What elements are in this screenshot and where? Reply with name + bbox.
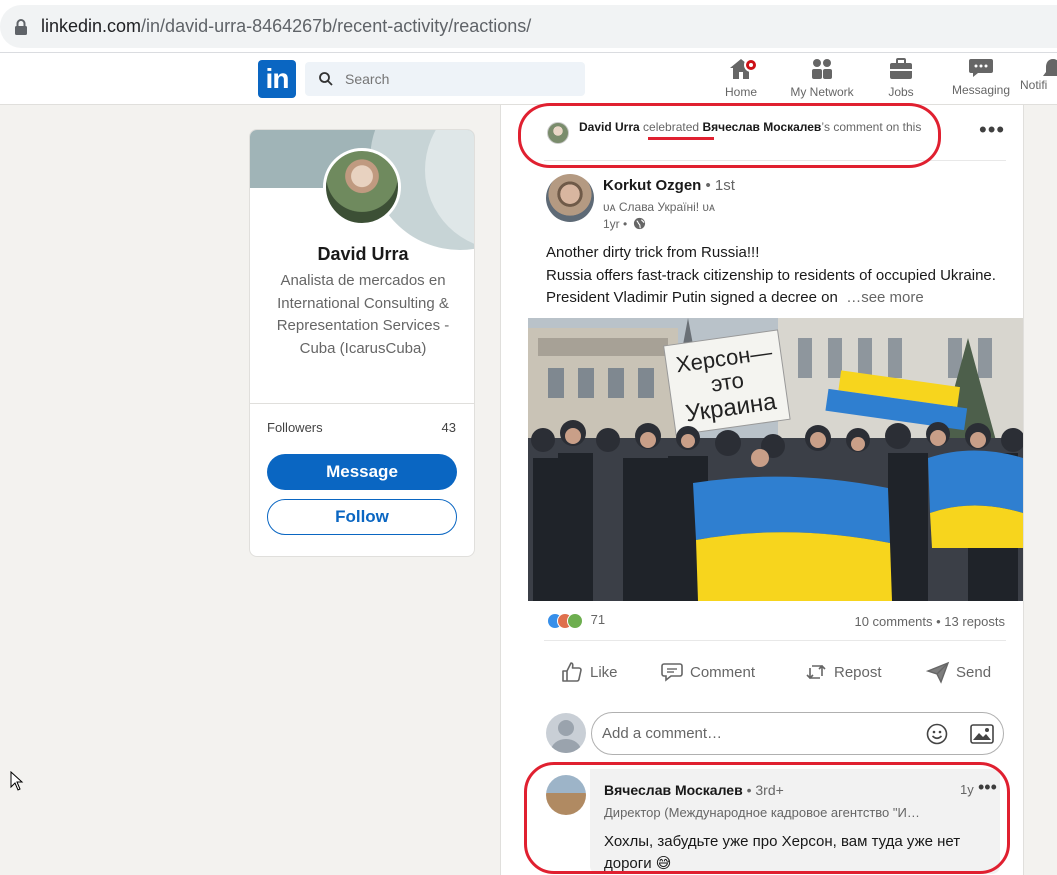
repost-icon	[806, 664, 826, 680]
comment-box[interactable]	[591, 712, 1004, 755]
nav-messaging[interactable]: Messaging	[941, 57, 1021, 103]
messaging-icon	[969, 59, 993, 77]
like-button[interactable]: Like	[560, 656, 618, 688]
nav-notifications[interactable]: Notifi	[1020, 57, 1057, 103]
nav-my-network[interactable]: My Network	[782, 57, 862, 103]
search-icon	[319, 72, 333, 86]
repost-button[interactable]: Repost	[804, 656, 882, 688]
url-field[interactable]: linkedin.com/in/david-urra-8464267b/rece…	[0, 5, 1057, 48]
network-icon	[812, 59, 832, 79]
browser-address-bar: linkedin.com/in/david-urra-8464267b/rece…	[0, 0, 1057, 53]
annotation-oval	[518, 103, 941, 168]
divider	[544, 640, 1006, 641]
nav-notifications-label: Notifi	[1020, 78, 1048, 92]
emoji-icon[interactable]	[926, 723, 948, 745]
notification-badge	[744, 58, 758, 72]
send-label: Send	[956, 663, 992, 681]
followers-count: 43	[441, 420, 456, 435]
search-box[interactable]	[305, 62, 585, 96]
post-text: Another dirty trick from Russia!!! Russi…	[546, 242, 1004, 310]
image-icon[interactable]	[970, 724, 994, 744]
profile-headline: Analista de mercados en International Co…	[276, 272, 450, 357]
url-text: linkedin.com/in/david-urra-8464267b/rece…	[41, 16, 531, 37]
url-path: /in/david-urra-8464267b/recent-activity/…	[141, 16, 532, 36]
annotation-oval	[524, 762, 1010, 874]
mouse-cursor-icon	[10, 771, 24, 791]
divider	[250, 403, 474, 404]
support-reaction-icon	[567, 612, 583, 629]
my-avatar	[546, 713, 586, 753]
post-image[interactable]: Херсон— это Украина	[528, 318, 1023, 601]
send-button[interactable]: Send	[926, 656, 991, 688]
message-button[interactable]: Message	[267, 454, 457, 490]
nav-messaging-label: Messaging	[951, 83, 1011, 97]
followers-label: Followers	[267, 420, 323, 435]
profile-avatar[interactable]	[323, 148, 401, 226]
see-more-link[interactable]: …see more	[846, 289, 924, 306]
author-avatar[interactable]	[546, 174, 594, 222]
nav-network-label: My Network	[790, 85, 854, 99]
author-degree: • 1st	[701, 177, 735, 194]
comment-icon	[661, 663, 683, 682]
profile-name[interactable]: David Urra	[250, 244, 474, 265]
post-text-body: Russia offers fast-track citizenship to …	[546, 265, 1004, 310]
post-time-text: 1yr •	[603, 217, 628, 231]
repost-label: Repost	[834, 663, 882, 681]
author-tagline: ᴜᴀ Слава Україні! ᴜᴀ	[603, 200, 715, 214]
lock-icon	[15, 19, 27, 35]
comment-label: Comment	[690, 663, 756, 681]
top-navigation: in Home My Network Jobs Me	[0, 53, 1057, 105]
send-icon	[926, 661, 950, 684]
briefcase-icon	[890, 58, 912, 79]
more-options-icon[interactable]: •••	[979, 117, 1005, 143]
post-time: 1yr •	[603, 217, 646, 231]
linkedin-logo[interactable]: in	[258, 60, 296, 98]
protest-photo: Херсон— это Украина	[528, 318, 1023, 601]
like-icon	[562, 662, 582, 682]
comment-button[interactable]: Comment	[660, 656, 755, 688]
follow-button[interactable]: Follow	[267, 499, 457, 535]
annotation-underline	[648, 137, 714, 140]
profile-card: David Urra Analista de mercados en Inter…	[249, 129, 475, 557]
like-label: Like	[590, 663, 618, 681]
author-name-line: Korkut Ozgen • 1st	[603, 177, 735, 194]
globe-icon	[633, 217, 645, 230]
nav-home-label: Home	[724, 85, 757, 99]
nav-jobs[interactable]: Jobs	[861, 57, 941, 103]
post-text-line: Another dirty trick from Russia!!!	[546, 244, 760, 261]
url-host: linkedin.com	[41, 16, 142, 36]
comments-reposts-count[interactable]: 10 comments • 13 reposts	[854, 614, 1005, 629]
reaction-icons	[547, 612, 587, 629]
nav-jobs-label: Jobs	[888, 85, 914, 99]
nav-home[interactable]: Home	[701, 57, 781, 103]
reaction-count: 71	[590, 612, 606, 627]
author-name[interactable]: Korkut Ozgen	[603, 177, 701, 194]
reactions-summary[interactable]: 71	[547, 612, 605, 629]
post-text-line: Russia offers fast-track citizenship to …	[546, 266, 996, 307]
search-input[interactable]	[345, 62, 575, 96]
comment-input[interactable]	[602, 713, 902, 754]
